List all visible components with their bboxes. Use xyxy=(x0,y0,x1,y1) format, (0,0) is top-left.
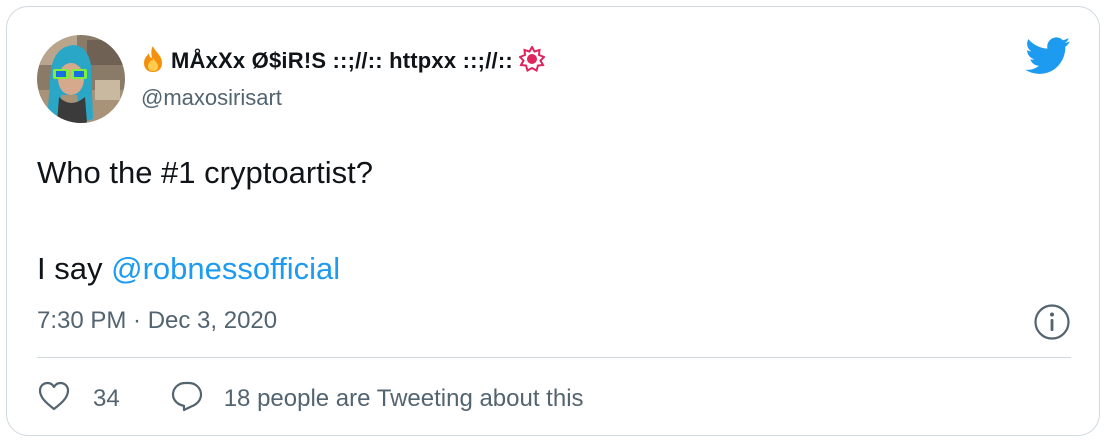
avatar-image xyxy=(37,35,125,123)
avatar[interactable] xyxy=(37,35,125,123)
heart-icon xyxy=(37,380,71,419)
tweet-timestamp[interactable]: 7:30 PM · Dec 3, 2020 xyxy=(37,307,277,335)
author-name-text: MÅxXx Ø$iR!S ::;//:: httpxx ::;//:: xyxy=(171,48,513,73)
fire-emoji-icon xyxy=(141,45,165,78)
tweeting-about-this-label: 18 people are Tweeting about this xyxy=(223,385,584,412)
red-star-badge-emoji-icon xyxy=(518,44,546,77)
like-button[interactable]: 34 xyxy=(37,380,120,419)
tweet-actions: 34 18 people are Tweeting about this xyxy=(37,379,584,419)
speech-bubble-icon xyxy=(170,380,204,419)
author-display-name[interactable]: MÅxXx Ø$iR!S ::;//:: httpxx ::;//:: xyxy=(141,43,546,79)
tweeting-about-this-button[interactable]: 18 people are Tweeting about this xyxy=(170,380,584,419)
mention-link[interactable]: @robnessofficial xyxy=(111,251,340,286)
tweet-line-2-prefix: I say xyxy=(37,251,112,286)
divider xyxy=(37,357,1071,358)
tweet-card[interactable]: MÅxXx Ø$iR!S ::;//:: httpxx ::;//:: @max… xyxy=(6,6,1100,436)
author-handle[interactable]: @maxosirisart xyxy=(141,85,282,111)
twitter-bird-icon[interactable] xyxy=(1025,37,1071,80)
info-icon[interactable] xyxy=(1033,303,1071,346)
tweet-line-1: Who the #1 cryptoartist? xyxy=(37,155,373,190)
like-count: 34 xyxy=(93,385,120,412)
tweet-line-2: I say @robnessofficial xyxy=(37,245,373,293)
tweet-text: Who the #1 cryptoartist? I say @robnesso… xyxy=(37,149,373,293)
